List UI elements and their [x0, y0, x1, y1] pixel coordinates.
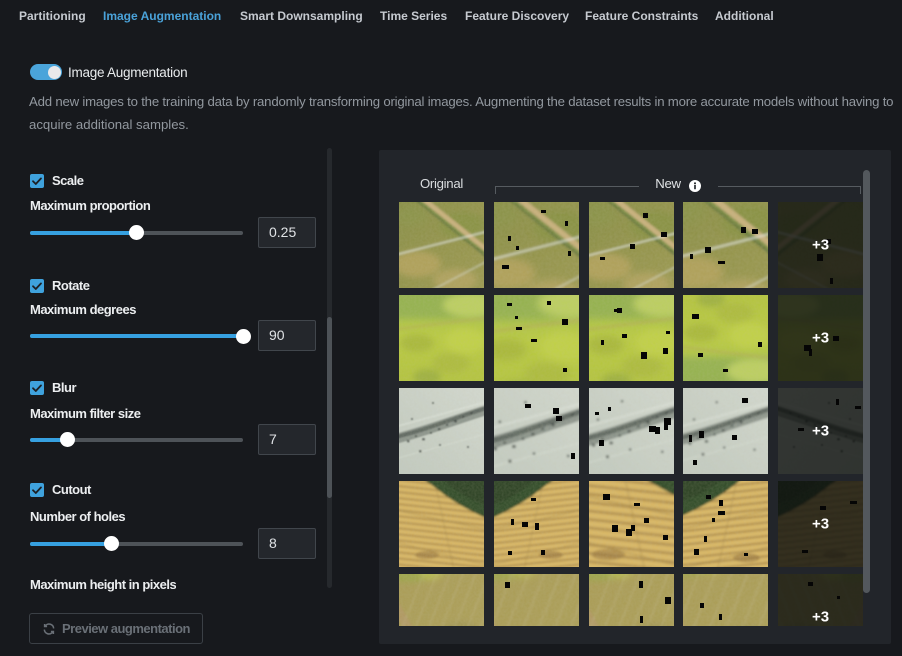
svg-text:+3: +3: [812, 609, 829, 626]
svg-text:+3: +3: [812, 237, 829, 254]
svg-text:+3: +3: [812, 516, 829, 533]
svg-text:+3: +3: [812, 423, 829, 440]
svg-text:+3: +3: [812, 330, 829, 347]
